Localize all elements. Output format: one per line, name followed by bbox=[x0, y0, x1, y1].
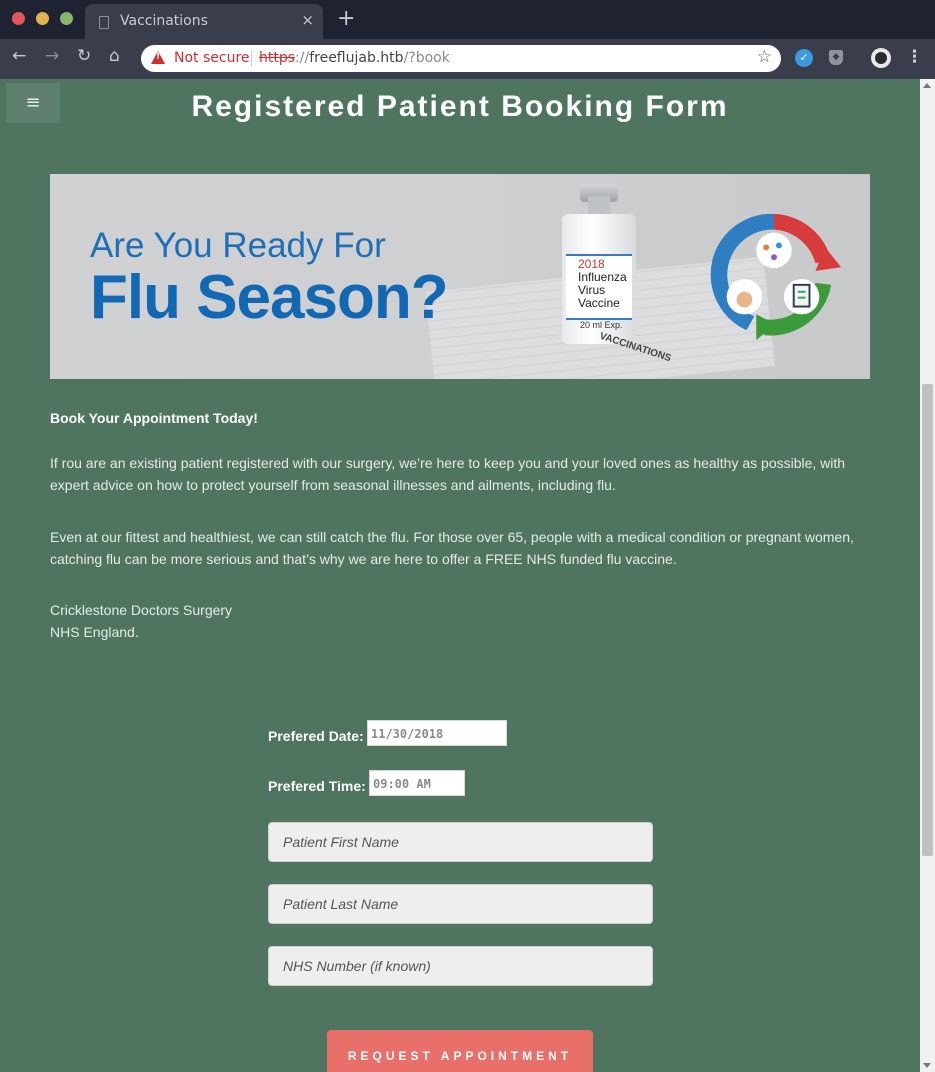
window-minimize-button[interactable] bbox=[36, 12, 49, 25]
date-label: Prefered Date: bbox=[268, 728, 364, 744]
vial-line3: Vaccine bbox=[578, 296, 620, 310]
address-bar[interactable]: ! Not secure https://freeflujab.htb/?boo… bbox=[141, 45, 781, 72]
scroll-thumb[interactable] bbox=[922, 384, 933, 856]
menu-icon[interactable]: ⋮ bbox=[906, 47, 923, 67]
reload-icon[interactable]: ↻ bbox=[77, 46, 91, 66]
profile-avatar bbox=[875, 52, 887, 64]
url-host: freeflujab.htb bbox=[309, 50, 404, 66]
vial-text: 2018 Influenza Virus Vaccine bbox=[578, 258, 638, 310]
nhs-number-input[interactable]: NHS Number (if known) bbox=[268, 946, 653, 986]
profile-icon[interactable] bbox=[871, 48, 891, 68]
url-separator: :// bbox=[295, 50, 310, 66]
browser-toolbar: ← → ↻ ⌂ ! Not secure https://freeflujab.… bbox=[0, 39, 935, 79]
tab-close-icon[interactable]: × bbox=[301, 11, 314, 29]
vial-neck bbox=[588, 196, 610, 216]
new-tab-button[interactable]: + bbox=[337, 6, 355, 31]
shield-extension-icon[interactable]: ◆ bbox=[829, 50, 843, 65]
vial-volume: 20 ml Exp. bbox=[580, 320, 623, 330]
star-icon[interactable]: ☆ bbox=[757, 47, 772, 67]
scroll-down-arrow-icon[interactable] bbox=[923, 1063, 931, 1068]
flu-season-banner: Are You Ready For Flu Season? 2018 Influ… bbox=[50, 174, 870, 379]
banner-line2: Flu Season? bbox=[90, 263, 449, 332]
time-label: Prefered Time: bbox=[268, 778, 366, 794]
window-maximize-button[interactable] bbox=[60, 12, 73, 25]
request-appointment-label: REQUEST APPOINTMENT bbox=[347, 1049, 573, 1063]
security-status[interactable]: Not secure bbox=[174, 50, 250, 66]
url-path: /?book bbox=[403, 50, 450, 66]
booking-heading: Book Your Appointment Today! bbox=[50, 410, 258, 426]
vaccine-paragraph: Even at our fittest and healthiest, we c… bbox=[50, 529, 854, 567]
preferred-time-input[interactable]: 09:00 AM bbox=[369, 770, 465, 796]
scroll-up-arrow-icon[interactable] bbox=[923, 83, 931, 88]
request-appointment-button[interactable]: REQUEST APPOINTMENT bbox=[327, 1030, 593, 1072]
page-title: Registered Patient Booking Form bbox=[191, 90, 729, 123]
back-icon[interactable]: ← bbox=[12, 46, 26, 66]
page-viewport: ≡ Registered Patient Booking Form Are Yo… bbox=[0, 79, 920, 1072]
window-close-button[interactable] bbox=[12, 12, 25, 25]
page-scrollbar[interactable] bbox=[920, 79, 935, 1072]
document-icon bbox=[99, 16, 109, 29]
banner-line1: Are You Ready For bbox=[90, 226, 386, 265]
first-name-input[interactable]: Patient First Name bbox=[268, 822, 653, 862]
browser-tab[interactable]: Vaccinations × bbox=[85, 4, 323, 39]
last-name-placeholder: Patient Last Name bbox=[283, 896, 399, 912]
intro-paragraph: If rou are an existing patient registere… bbox=[50, 455, 846, 493]
vaccination-cycle-icon bbox=[710, 213, 842, 341]
forward-icon[interactable]: → bbox=[45, 46, 59, 66]
url-scheme: https bbox=[259, 50, 296, 66]
warning-mark: ! bbox=[156, 52, 161, 62]
last-name-input[interactable]: Patient Last Name bbox=[268, 884, 653, 924]
surgery-address: Cricklestone Doctors Surgery NHS England… bbox=[50, 599, 880, 643]
address-line2: NHS England. bbox=[50, 624, 139, 640]
address-line1: Cricklestone Doctors Surgery bbox=[50, 602, 233, 618]
nhs-number-placeholder: NHS Number (if known) bbox=[283, 958, 431, 974]
home-icon[interactable]: ⌂ bbox=[109, 46, 120, 66]
omnibox-divider bbox=[251, 51, 252, 67]
browser-tabstrip: Vaccinations × + bbox=[0, 0, 935, 39]
extension-icon[interactable]: ✓ bbox=[795, 49, 813, 67]
tab-title: Vaccinations bbox=[120, 13, 208, 29]
first-name-placeholder: Patient First Name bbox=[283, 834, 399, 850]
url-text[interactable]: https://freeflujab.htb/?book bbox=[259, 50, 450, 66]
preferred-date-input[interactable]: 11/30/2018 bbox=[367, 720, 507, 746]
